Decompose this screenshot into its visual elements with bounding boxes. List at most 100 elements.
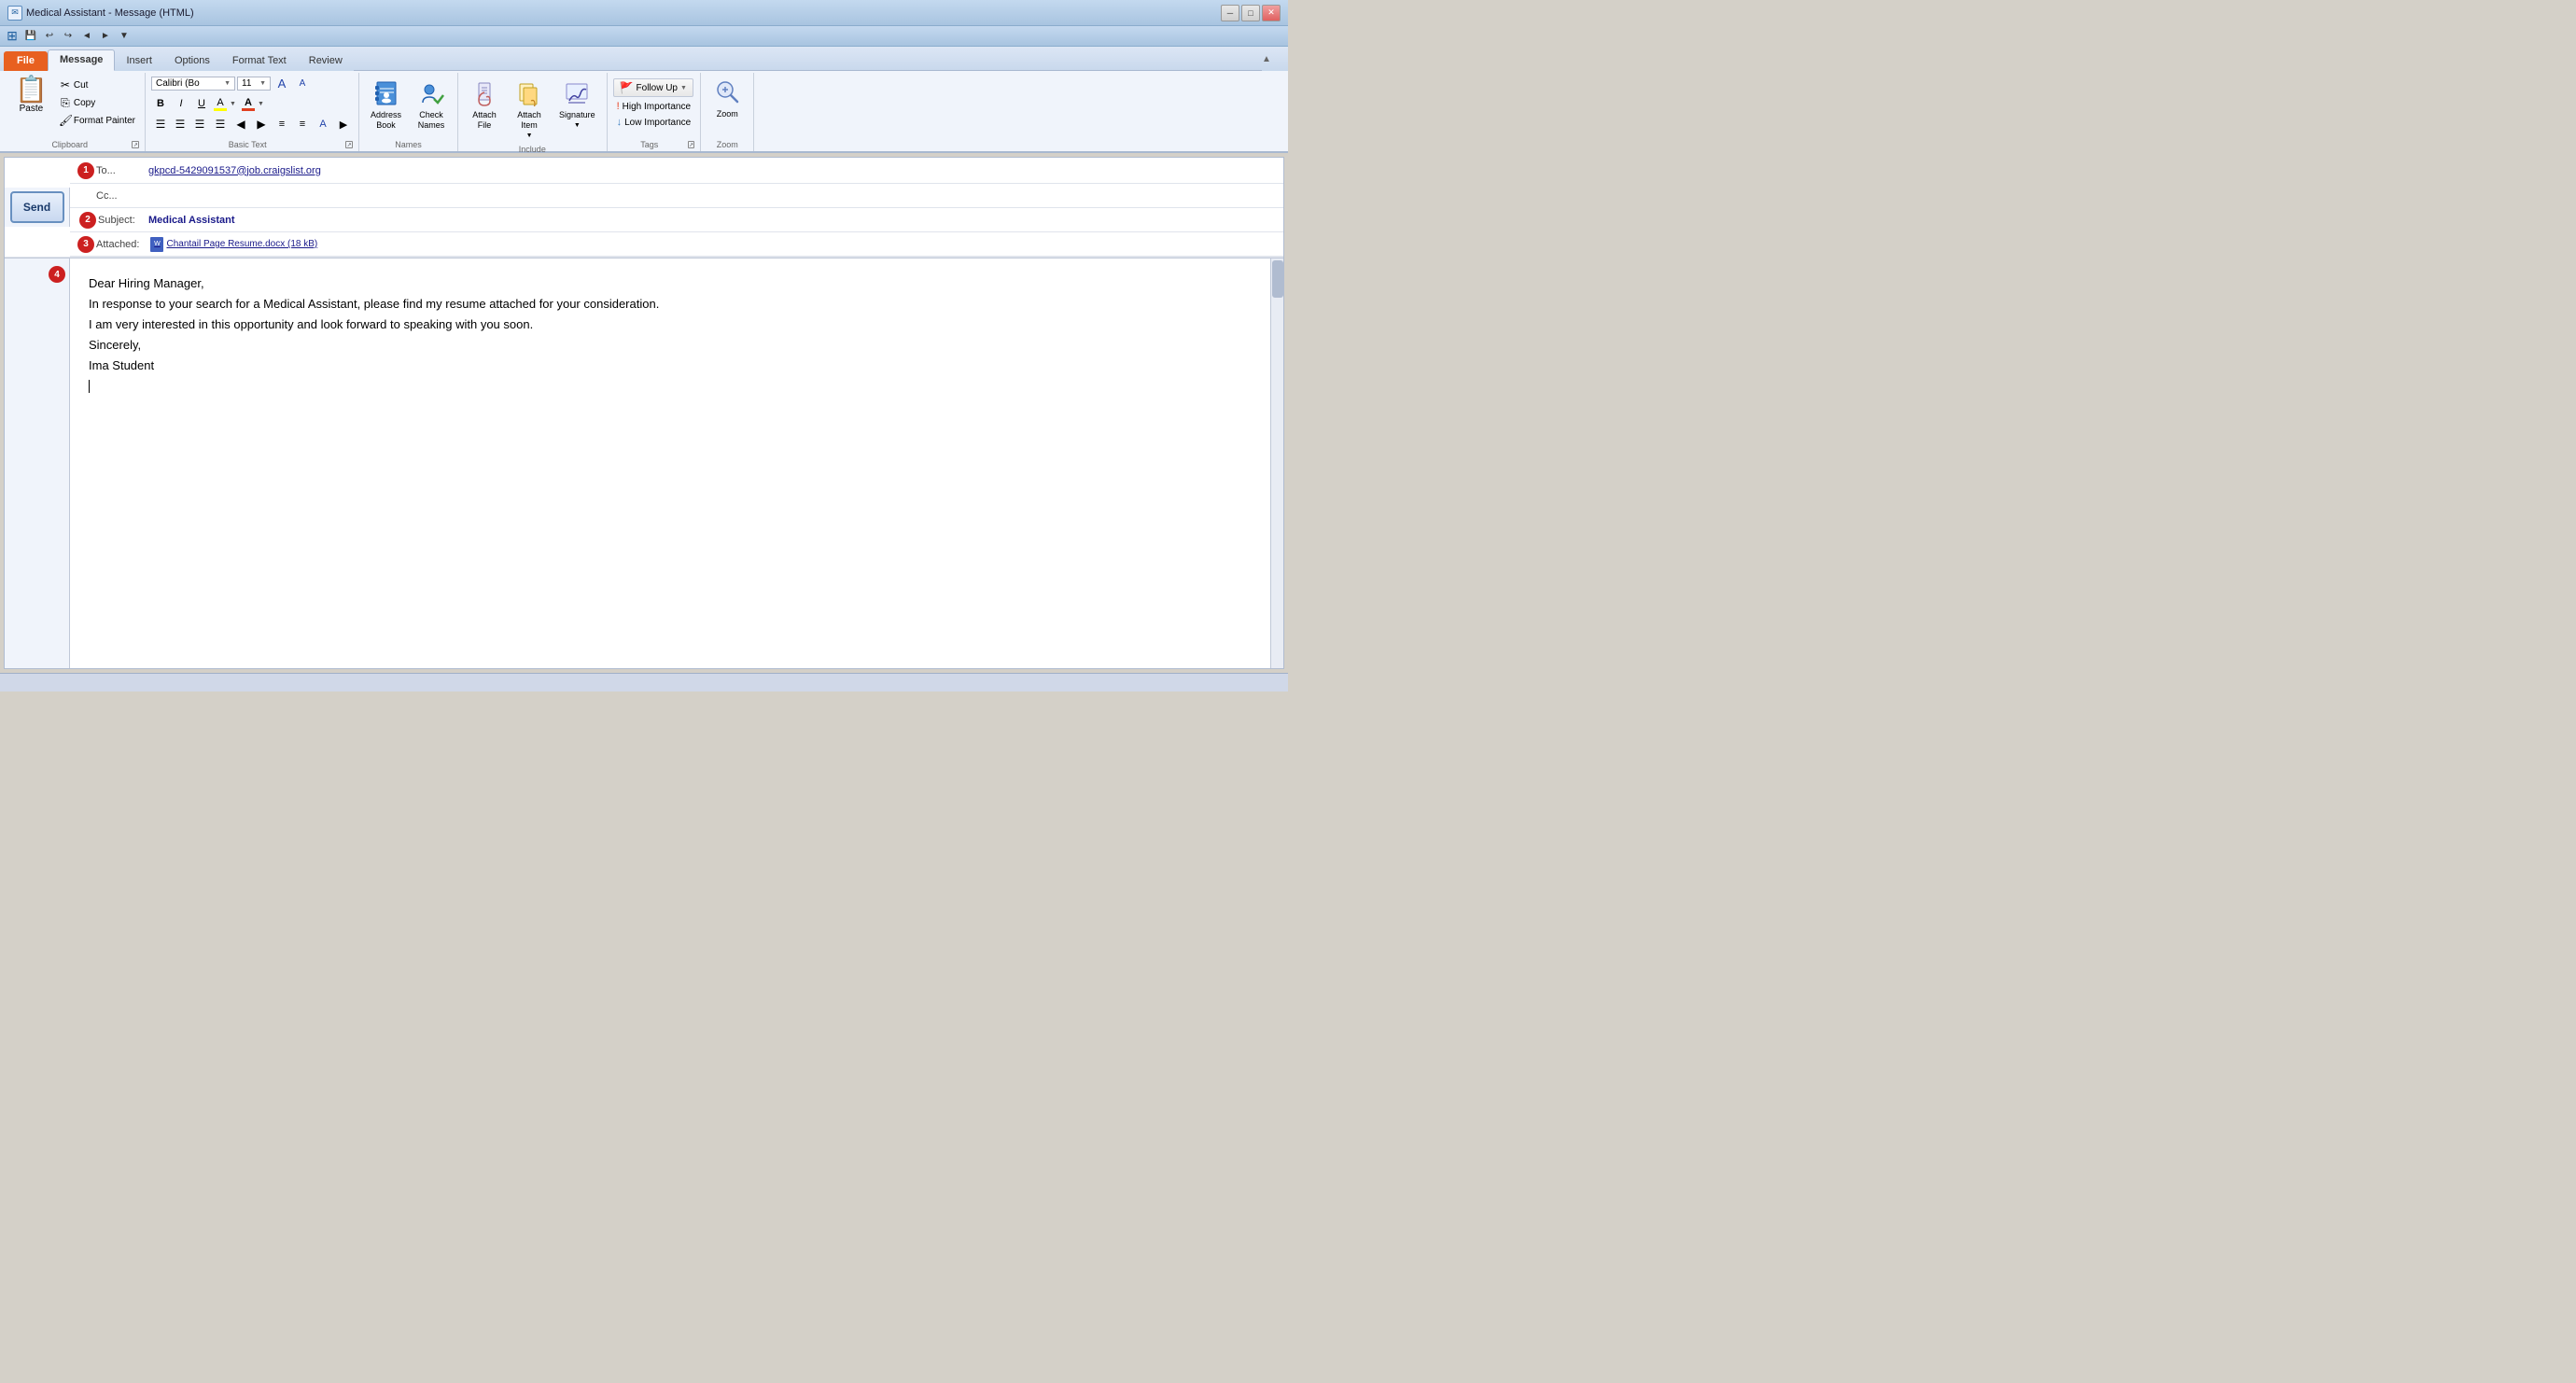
font-size-arrow: ▼: [259, 80, 266, 87]
body-line-4: Sincerely,: [89, 335, 1252, 356]
tab-format-text[interactable]: Format Text: [221, 51, 298, 71]
attach-file-button[interactable]: Attach File: [464, 75, 505, 134]
signature-button[interactable]: Signature ▼: [553, 75, 601, 133]
align-center-button[interactable]: ☰: [171, 116, 189, 133]
bold-button[interactable]: B: [151, 95, 170, 112]
email-body[interactable]: Dear Hiring Manager, In response to your…: [70, 258, 1270, 668]
paste-button[interactable]: 📋 Paste: [9, 75, 53, 116]
cc-label[interactable]: Cc...: [70, 190, 145, 202]
attach-file-icon: [469, 78, 499, 108]
align-right-button[interactable]: ☰: [190, 116, 209, 133]
format-painter-button[interactable]: 🖌 Format Painter: [55, 112, 139, 129]
follow-up-button[interactable]: 🚩 Follow Up ▼: [613, 78, 693, 97]
badge-4: 4: [49, 266, 65, 283]
tab-review[interactable]: Review: [298, 51, 354, 71]
subject-field-row: 2 Subject: Medical Assistant: [70, 208, 1283, 232]
highlight-icon: A: [217, 97, 223, 108]
tags-expand-button[interactable]: ↗: [688, 141, 694, 148]
tab-message[interactable]: Message: [48, 49, 115, 71]
ribbon-group-names: Address Book Check Names Names: [359, 73, 458, 151]
zoom-button[interactable]: Zoom: [707, 75, 748, 122]
attachment-chip[interactable]: W Chantail Page Resume.docx (18 kB): [150, 237, 1280, 252]
increase-indent-button[interactable]: ▶: [252, 116, 271, 133]
font-color-icon: A: [245, 97, 252, 108]
to-label[interactable]: 1 To...: [70, 162, 145, 179]
back-quick-button[interactable]: ◄: [78, 28, 95, 45]
undo-quick-button[interactable]: ↩: [41, 28, 58, 45]
address-book-label: Address Book: [371, 110, 401, 131]
decrease-indent-button[interactable]: ◀: [231, 116, 250, 133]
to-value[interactable]: gkpcd-5429091537@job.craigslist.org: [145, 163, 1283, 178]
highlight-button[interactable]: A: [213, 96, 228, 112]
bullets-button[interactable]: ≡: [273, 116, 291, 133]
font-color-bar: [242, 108, 255, 111]
quick-toolbar-dropdown[interactable]: ▼: [116, 28, 133, 45]
clipboard-group-label: Clipboard: [9, 138, 130, 151]
check-names-icon: [416, 78, 446, 108]
fields-section: 1 To... gkpcd-5429091537@job.craigslist.…: [70, 158, 1283, 257]
quick-access-toolbar: ⊞ 💾 ↩ ↪ ◄ ► ▼: [0, 26, 1288, 47]
flag-icon: 🚩: [620, 81, 634, 94]
high-importance-button[interactable]: ! High Importance: [613, 100, 694, 113]
attach-item-button[interactable]: Attach Item ▼: [509, 75, 550, 143]
ribbon-group-include: Attach File Attach Item ▼: [458, 73, 608, 151]
cc-input[interactable]: [145, 194, 1283, 198]
zoom-label: Zoom: [717, 109, 738, 119]
ribbon-minimize-button[interactable]: ▲: [1262, 54, 1281, 64]
align-left-button[interactable]: ☰: [151, 116, 170, 133]
copy-button[interactable]: ⎘ Copy: [55, 94, 139, 111]
font-size-combo[interactable]: 11 ▼: [237, 77, 271, 91]
title-bar-left: ✉ Medical Assistant - Message (HTML): [7, 6, 194, 21]
low-importance-button[interactable]: ↓ Low Importance: [613, 116, 695, 129]
cut-button[interactable]: ✂ Cut: [55, 77, 139, 93]
high-importance-label: High Importance: [623, 102, 691, 112]
badge-3: 3: [77, 236, 94, 253]
tab-insert[interactable]: Insert: [115, 51, 163, 71]
styles-button[interactable]: A: [314, 116, 332, 133]
to-address-link[interactable]: gkpcd-5429091537@job.craigslist.org: [148, 165, 321, 176]
attach-item-icon: [514, 78, 544, 108]
align-group: ☰ ☰ ☰: [151, 116, 209, 133]
restore-button[interactable]: □: [1241, 5, 1260, 21]
font-color-dropdown[interactable]: ▼: [258, 101, 265, 107]
address-book-icon: [371, 78, 401, 108]
attached-file-name: Chantail Page Resume.docx (18 kB): [166, 239, 317, 249]
minimize-button[interactable]: ─: [1221, 5, 1239, 21]
save-quick-button[interactable]: 💾: [22, 28, 39, 45]
font-color-button[interactable]: A: [241, 96, 256, 112]
basic-text-expand-button[interactable]: ↗: [345, 141, 353, 148]
body-line-1: Dear Hiring Manager,: [89, 273, 1252, 294]
tab-options[interactable]: Options: [163, 51, 221, 71]
clipboard-expand-button[interactable]: ↗: [132, 141, 139, 148]
increase-block-button[interactable]: ▶: [334, 116, 353, 133]
highlight-color-bar: [214, 108, 227, 111]
address-book-button[interactable]: Address Book: [365, 75, 407, 134]
tab-file[interactable]: File: [4, 51, 48, 71]
title-bar: ✉ Medical Assistant - Message (HTML) ─ □…: [0, 0, 1288, 26]
zoom-group-label: Zoom: [707, 138, 748, 151]
numbering-button[interactable]: ≡: [293, 116, 312, 133]
redo-quick-button[interactable]: ↪: [60, 28, 77, 45]
forward-quick-button[interactable]: ►: [97, 28, 114, 45]
close-button[interactable]: ✕: [1262, 5, 1281, 21]
body-line-3: I am very interested in this opportunity…: [89, 314, 1252, 335]
subject-value[interactable]: Medical Assistant: [145, 213, 1283, 228]
app-logo-button[interactable]: ⊞: [4, 28, 21, 45]
underline-button[interactable]: U: [192, 95, 211, 112]
attached-value: W Chantail Page Resume.docx (18 kB): [147, 235, 1283, 254]
body-side-panel: 4: [5, 258, 70, 668]
check-names-button[interactable]: Check Names: [411, 75, 452, 134]
scrollbar-thumb[interactable]: [1272, 260, 1283, 298]
grow-font-button[interactable]: A: [273, 75, 291, 91]
attach-item-dropdown: ▼: [526, 133, 533, 139]
send-button[interactable]: Send: [10, 191, 64, 223]
italic-button[interactable]: I: [172, 95, 190, 112]
font-family-combo[interactable]: Calibri (Bo ▼: [151, 77, 235, 91]
highlight-dropdown[interactable]: ▼: [230, 101, 237, 107]
cut-label: Cut: [74, 80, 89, 91]
subject-label: 2 Subject:: [70, 212, 145, 229]
scrollbar-track[interactable]: [1270, 258, 1283, 668]
paste-label: Paste: [20, 104, 44, 114]
shrink-font-button[interactable]: A: [293, 75, 312, 91]
justify-button[interactable]: ☰: [211, 116, 230, 133]
